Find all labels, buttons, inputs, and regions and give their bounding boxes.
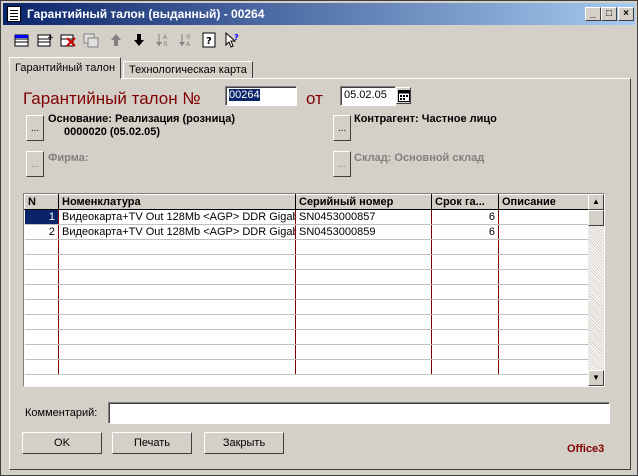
empty-row[interactable] [24, 314, 591, 330]
svg-text:?: ? [234, 33, 239, 42]
svg-text:A: A [186, 41, 191, 48]
page-title: Гарантийный талон № [23, 89, 201, 108]
row-desc[interactable] [498, 209, 591, 225]
row-desc[interactable] [498, 224, 591, 240]
table-header-row: N Номенклатура Серийный номер Срок га...… [24, 194, 591, 210]
move-down-icon[interactable] [130, 31, 148, 49]
empty-row[interactable] [24, 239, 591, 255]
ok-button[interactable]: OK [22, 432, 102, 454]
row-number: 1 [24, 209, 59, 225]
svg-text:Я: Я [186, 34, 190, 41]
print-button[interactable]: Печать [112, 432, 192, 454]
basis-label: Основание: Реализация (розница) [48, 113, 236, 125]
close-button[interactable]: × [618, 7, 634, 21]
empty-row[interactable] [24, 254, 591, 270]
svg-text:?: ? [206, 36, 212, 47]
column-header-desc[interactable]: Описание [498, 194, 591, 210]
basis-value: 0000020 (05.02.05) [64, 126, 161, 138]
scroll-down-icon[interactable]: ▼ [588, 370, 604, 386]
new-row-icon[interactable] [13, 31, 31, 49]
insert-row-icon[interactable]: + [36, 31, 54, 49]
move-up-icon[interactable] [107, 31, 125, 49]
svg-text:+: + [47, 33, 53, 43]
empty-row[interactable] [24, 269, 591, 285]
empty-row[interactable] [24, 329, 591, 345]
brand-logo: Office3 [567, 443, 605, 455]
warehouse-label: Склад: Основной склад [354, 152, 485, 164]
delete-row-icon[interactable] [59, 31, 77, 49]
svg-text:Я: Я [163, 41, 167, 48]
help-icon[interactable]: ? [200, 31, 218, 49]
empty-row[interactable] [24, 359, 591, 375]
number-field[interactable]: 00264 [225, 86, 297, 106]
row-item[interactable]: Видеокарта+TV Out 128Mb <AGP> DDR Gigab [58, 209, 296, 225]
row-serial[interactable]: SN0453000857 [295, 209, 432, 225]
toolbar: + AЯ ЯA ? ? [3, 27, 635, 53]
counterparty-select-button[interactable]: ... [333, 115, 351, 141]
firm-select-button[interactable]: ... [26, 151, 44, 177]
empty-row[interactable] [24, 344, 591, 360]
column-header-item[interactable]: Номенклатура [58, 194, 296, 210]
dialog-window: Гарантийный талон (выданный) - 00264 _ □… [0, 0, 638, 476]
close-dialog-button[interactable]: Закрыть [204, 432, 284, 454]
row-item[interactable]: Видеокарта+TV Out 128Mb <AGP> DDR Gigab [58, 224, 296, 240]
row-number: 2 [24, 224, 59, 240]
scroll-up-icon[interactable]: ▲ [588, 194, 604, 210]
column-header-serial[interactable]: Серийный номер [295, 194, 432, 210]
basis-select-button[interactable]: ... [26, 115, 44, 141]
document-icon [7, 6, 21, 22]
table-vertical-scrollbar[interactable]: ▲ ▼ [588, 194, 604, 386]
date-field[interactable]: 05.02.05 [340, 86, 396, 106]
tab-tech-card-label: Технологическая карта [129, 64, 247, 76]
row-term[interactable]: 6 [431, 209, 499, 225]
window-title: Гарантийный талон (выданный) - 00264 [27, 7, 265, 21]
date-value: 05.02.05 [344, 89, 387, 101]
svg-text:A: A [163, 34, 168, 41]
sort-asc-icon[interactable]: AЯ [154, 31, 172, 49]
row-term[interactable]: 6 [431, 224, 499, 240]
row-serial[interactable]: SN0453000859 [295, 224, 432, 240]
empty-row[interactable] [24, 284, 591, 300]
minimize-button[interactable]: _ [585, 7, 601, 21]
sort-desc-icon[interactable]: ЯA [177, 31, 195, 49]
maximize-button[interactable]: □ [601, 7, 617, 21]
warehouse-select-button[interactable]: ... [333, 151, 351, 177]
tab-tech-card[interactable]: Технологическая карта [123, 61, 253, 79]
number-value: 00264 [229, 89, 260, 101]
tab-warranty[interactable]: Гарантийный талон [9, 57, 122, 79]
items-table[interactable]: N Номенклатура Серийный номер Срок га...… [23, 193, 605, 387]
tab-warranty-label: Гарантийный талон [15, 62, 116, 74]
empty-row[interactable] [24, 299, 591, 315]
counterparty-label: Контрагент: Частное лицо [354, 113, 497, 125]
column-header-n[interactable]: N [24, 194, 59, 210]
column-header-term[interactable]: Срок га... [431, 194, 499, 210]
calendar-icon [398, 90, 410, 102]
firm-label: Фирма: [48, 152, 89, 164]
title-bar[interactable]: Гарантийный талон (выданный) - 00264 _ □… [3, 3, 635, 25]
calendar-button[interactable] [396, 87, 411, 104]
tab-strip: Гарантийный талон Технологическая карта [9, 57, 629, 79]
from-label: от [306, 89, 323, 108]
table-row[interactable]: 1 Видеокарта+TV Out 128Mb <AGP> DDR Giga… [24, 209, 591, 225]
comment-label: Комментарий: [25, 407, 98, 419]
table-row[interactable]: 2 Видеокарта+TV Out 128Mb <AGP> DDR Giga… [24, 224, 591, 240]
context-help-icon[interactable]: ? [223, 31, 241, 49]
copy-row-icon[interactable] [82, 31, 100, 49]
scroll-thumb[interactable] [588, 210, 604, 226]
comment-input[interactable] [108, 402, 610, 424]
